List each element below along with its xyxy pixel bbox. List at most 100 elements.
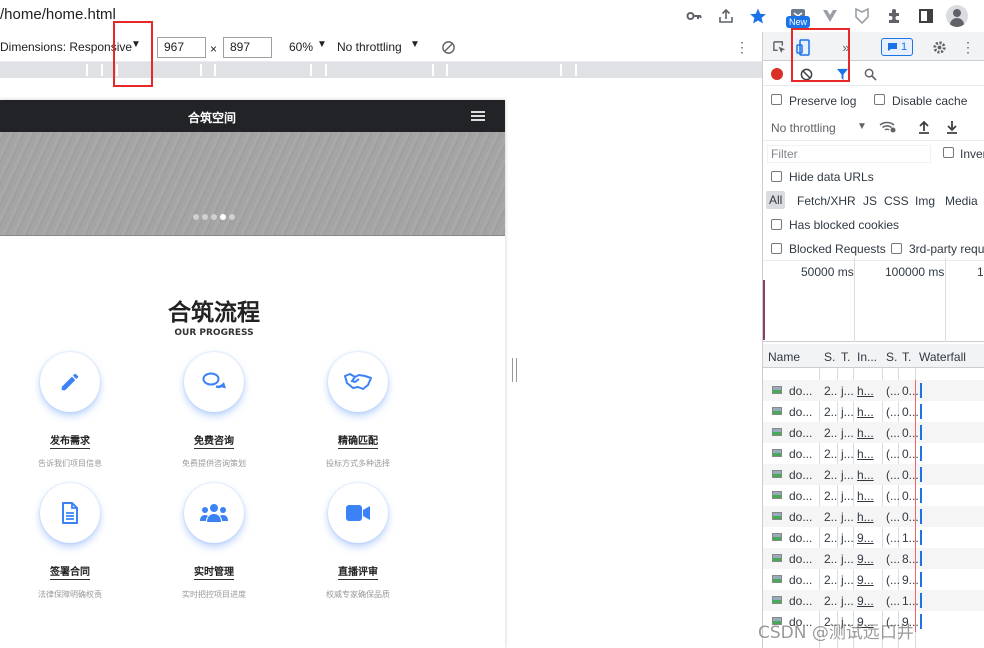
network-throttling-dropdown[interactable]: No throttling — [771, 121, 836, 135]
waterfall-marker — [915, 590, 916, 611]
requests-table-body: do... 2.. j... h... (... 0... do... 2.. j... h...… — [763, 368, 984, 648]
shield-extension-icon[interactable] — [852, 6, 872, 26]
throttling-caret-icon[interactable]: ▼ — [857, 121, 867, 132]
network-conditions-icon[interactable] — [879, 119, 897, 135]
type-img-button[interactable]: Img — [915, 194, 935, 208]
invert-checkbox[interactable] — [943, 147, 954, 158]
request-type: j... — [841, 405, 854, 419]
divider — [50, 448, 90, 449]
carousel-dot-active[interactable] — [220, 214, 226, 220]
import-har-icon[interactable] — [917, 119, 931, 135]
carousel-dot[interactable] — [193, 214, 199, 220]
preserve-log-checkbox[interactable] — [771, 94, 782, 105]
request-name: do... — [789, 510, 813, 524]
request-row[interactable]: do... 2.. j... 9... (... 1... — [763, 590, 984, 611]
carousel-dot[interactable] — [202, 214, 208, 220]
section-subtitle: OUR PROGRESS — [174, 328, 254, 338]
profile-avatar[interactable] — [946, 5, 968, 27]
request-row[interactable]: do... 2.. j... h... (... 0... — [763, 380, 984, 401]
request-row[interactable]: do... 2.. j... h... (... 0... — [763, 506, 984, 527]
column-initiator[interactable]: In... — [857, 350, 877, 364]
column-waterfall[interactable]: Waterfall — [919, 350, 966, 364]
log-options-row: Preserve log Disable cache — [763, 88, 984, 112]
request-name: do... — [789, 531, 813, 545]
request-initiator[interactable]: h... — [857, 405, 874, 419]
throttling-caret-icon[interactable]: ▼ — [410, 39, 420, 50]
zoom-caret-icon[interactable]: ▼ — [317, 39, 327, 50]
filter-input[interactable]: Filter — [767, 145, 931, 163]
request-row[interactable]: do... 2.. j... h... (... 0... — [763, 485, 984, 506]
waterfall-bar — [920, 509, 922, 524]
type-fetch-xhr-button[interactable]: Fetch/XHR — [797, 194, 856, 208]
carousel-dot[interactable] — [211, 214, 217, 220]
vue-devtools-icon[interactable] — [820, 6, 840, 26]
request-status: 2.. — [824, 531, 838, 545]
disable-cache-checkbox[interactable] — [874, 94, 885, 105]
settings-gear-icon[interactable] — [931, 39, 947, 55]
request-initiator[interactable]: h... — [857, 468, 874, 482]
request-row[interactable]: do... 2.. j... 9... (... 8... — [763, 548, 984, 569]
request-row[interactable]: do... 2.. j... 9... (... 9... — [763, 569, 984, 590]
more-options-icon[interactable]: ⋮ — [735, 39, 749, 55]
request-initiator[interactable]: 9... — [857, 552, 874, 566]
file-thumbnail-icon — [772, 386, 782, 394]
request-type: j... — [841, 447, 854, 461]
resize-handle[interactable] — [512, 358, 517, 382]
column-size[interactable]: S. — [886, 350, 897, 364]
request-initiator[interactable]: h... — [857, 426, 874, 440]
third-party-checkbox[interactable] — [891, 243, 902, 254]
blocked-requests-checkbox[interactable] — [771, 243, 782, 254]
export-har-icon[interactable] — [945, 119, 959, 135]
site-title[interactable]: 合筑空间 — [0, 109, 424, 126]
hamburger-menu-icon[interactable] — [471, 111, 485, 121]
devtools-menu-icon[interactable]: ⋮ — [961, 39, 975, 55]
request-initiator[interactable]: h... — [857, 489, 874, 503]
request-initiator[interactable]: h... — [857, 510, 874, 524]
item-description: 告诉我们项目信息 — [38, 459, 102, 468]
bookmark-star-icon[interactable] — [748, 6, 768, 26]
rotate-icon[interactable] — [440, 39, 456, 55]
request-row[interactable]: do... 2.. j... h... (... 0... — [763, 401, 984, 422]
request-initiator[interactable]: 9... — [857, 573, 874, 587]
request-initiator[interactable]: 9... — [857, 594, 874, 608]
column-type[interactable]: T. — [841, 350, 850, 364]
throttling-dropdown[interactable]: No throttling — [337, 40, 402, 54]
waterfall-bar — [920, 614, 922, 629]
request-type: j... — [841, 384, 854, 398]
has-blocked-cookies-checkbox[interactable] — [771, 219, 782, 230]
request-initiator[interactable]: 9... — [857, 531, 874, 545]
request-row[interactable]: do... 2.. j... h... (... 0... — [763, 443, 984, 464]
request-initiator[interactable]: h... — [857, 384, 874, 398]
network-overview-timeline[interactable]: 50000 ms 100000 ms 1 — [763, 258, 984, 342]
request-row[interactable]: do... 2.. j... 9... (... 1... — [763, 527, 984, 548]
zoom-dropdown[interactable]: 60% — [289, 40, 313, 54]
record-icon[interactable] — [770, 67, 784, 81]
carousel-dot[interactable] — [229, 214, 235, 220]
issues-counter[interactable]: 1 — [881, 38, 913, 56]
type-all-button[interactable]: All — [766, 191, 786, 209]
address-bar[interactable]: /home/home.html — [0, 6, 116, 23]
height-input[interactable]: 897 — [223, 37, 272, 58]
type-media-button[interactable]: Media — [945, 194, 978, 208]
side-panel-icon[interactable] — [916, 6, 936, 26]
request-status: 2.. — [824, 384, 838, 398]
column-time[interactable]: T. — [902, 350, 911, 364]
inspect-element-icon[interactable] — [771, 39, 787, 55]
waterfall-marker — [915, 380, 916, 401]
hide-data-urls-row: Hide data URLs — [763, 165, 984, 189]
hide-data-urls-checkbox[interactable] — [771, 171, 782, 182]
share-icon[interactable] — [716, 6, 736, 26]
search-icon[interactable] — [863, 67, 877, 81]
request-row[interactable]: do... 2.. j... h... (... 0... — [763, 464, 984, 485]
issues-count: 1 — [900, 41, 908, 53]
key-icon[interactable] — [684, 6, 704, 26]
request-row[interactable]: do... 2.. j... h... (... 0... — [763, 422, 984, 443]
type-js-button[interactable]: JS — [863, 194, 877, 208]
request-initiator[interactable]: h... — [857, 447, 874, 461]
column-name[interactable]: Name — [768, 350, 800, 364]
extensions-puzzle-icon[interactable] — [884, 6, 904, 26]
carousel-indicators — [193, 214, 235, 220]
width-input[interactable]: 967 — [157, 37, 206, 58]
column-status[interactable]: S. — [824, 350, 835, 364]
type-css-button[interactable]: CSS — [884, 194, 909, 208]
